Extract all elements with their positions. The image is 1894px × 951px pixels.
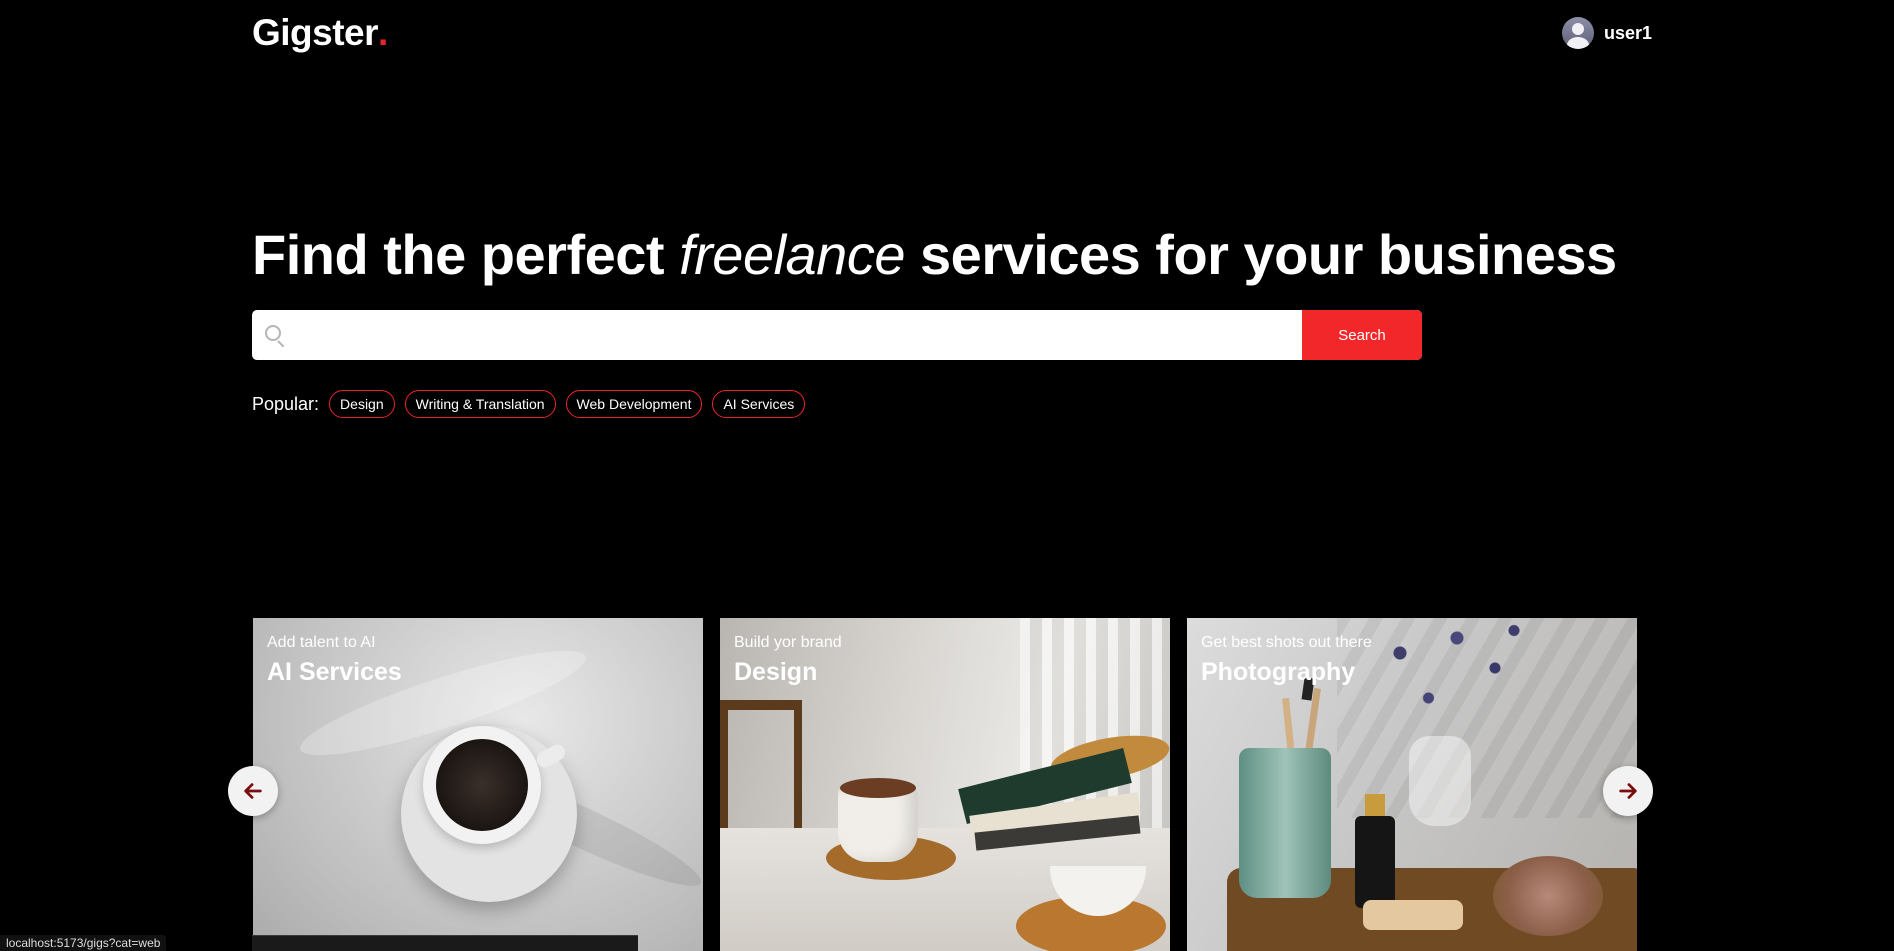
hero-title-emphasis: freelance <box>679 223 905 286</box>
card-subtitle: Add talent to AI <box>267 634 376 651</box>
page: Gigster. user1 Find the perfect freelanc… <box>0 0 1894 951</box>
category-card-photography[interactable]: Get best shots out there Photography <box>1187 618 1637 951</box>
avatar-head-icon <box>1571 23 1584 35</box>
popular-tag-web-development[interactable]: Web Development <box>565 390 703 418</box>
logo-dot: . <box>378 12 388 53</box>
search-input[interactable] <box>294 310 1302 360</box>
search-button[interactable]: Search <box>1302 310 1422 360</box>
search-icon <box>252 310 294 360</box>
carousel-prev-button[interactable] <box>228 766 278 816</box>
logo-text: Gigster <box>252 12 379 53</box>
popular-label: Popular: <box>252 393 320 414</box>
navbar: Gigster. user1 <box>252 12 1652 54</box>
card-subtitle: Get best shots out there <box>1201 634 1372 651</box>
status-bar-url: localhost:5173/gigs?cat=web <box>0 935 167 951</box>
card-title: AI Services <box>267 658 402 686</box>
arrow-left-icon <box>244 783 262 799</box>
popular-tags: Popular: Design Writing & Translation We… <box>252 390 806 418</box>
category-card-ai-services[interactable]: Add talent to AI AI Services <box>253 618 703 951</box>
card-title: Design <box>734 658 818 686</box>
popular-tag-ai-services[interactable]: AI Services <box>712 390 806 418</box>
arrow-right-icon <box>1619 783 1637 799</box>
hero-title: Find the perfect freelance services for … <box>252 222 1617 287</box>
avatar <box>1561 17 1594 49</box>
category-card-design[interactable]: Build yor brand Design <box>720 618 1170 951</box>
popular-tag-writing-translation[interactable]: Writing & Translation <box>404 390 556 418</box>
username: user1 <box>1603 22 1652 43</box>
search-bar: Search <box>252 310 1422 360</box>
hero-title-after: services for your business <box>904 223 1617 286</box>
popular-tag-design[interactable]: Design <box>329 390 395 418</box>
user-menu[interactable]: user1 <box>1561 17 1652 49</box>
avatar-body-icon <box>1566 37 1589 49</box>
logo[interactable]: Gigster. <box>252 12 388 54</box>
carousel-next-button[interactable] <box>1603 766 1653 816</box>
hero-title-before: Find the perfect <box>252 223 680 286</box>
card-footer-strip <box>252 935 638 951</box>
card-subtitle: Build yor brand <box>734 634 842 651</box>
card-title: Photography <box>1201 658 1356 686</box>
